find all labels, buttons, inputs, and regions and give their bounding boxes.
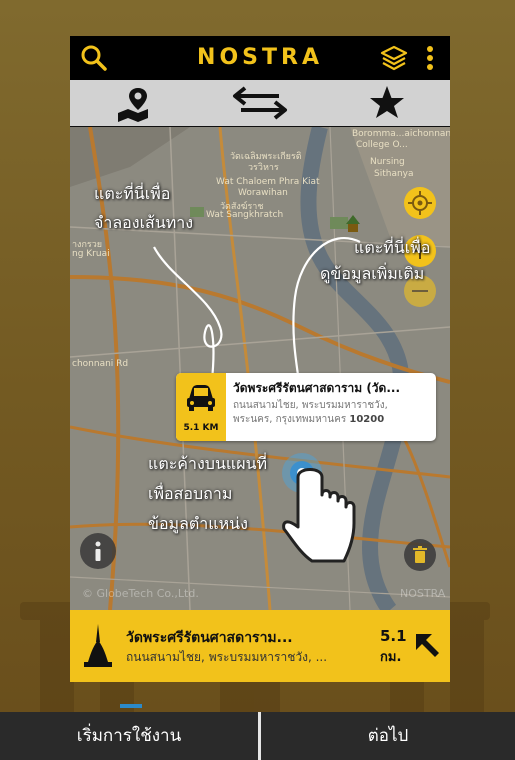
popup-address-line1: ถนนสนามไชย, พระบรมมหาราชวัง, [233,400,388,411]
app-toolbar: NOSTRA [70,36,450,80]
place-title: วัดพระศรีรัตนศาสดาราม... [126,630,293,646]
route-arrows-icon [233,86,287,120]
info-button[interactable] [80,533,116,569]
place-distance: 5.1 [380,627,407,645]
popup-address-line2: พระนคร, กรุงเทพมหานคร 10200 [233,413,433,427]
hold-hint-line1: แตะค้างบนแผนที่ [148,454,268,473]
car-icon [187,385,215,411]
star-icon [370,86,404,118]
info-hint-line1: แตะที่นี่เพื่อ [354,238,431,257]
tab-favorites[interactable] [324,80,450,126]
tap-hand-icon [282,453,356,563]
popup-distance: 5.1 KM [183,423,219,433]
popup-address: ถนนสนามไชย, พระบรมมหาราชวัง, พระนคร, กรุ… [233,399,433,427]
popup-postcode: 10200 [349,414,385,425]
tab-map[interactable] [70,80,196,126]
hold-hint-line2: เพื่อสอบถาม [148,484,233,503]
selected-place-card[interactable]: วัดพระศรีรัตนศาสดาราม... ถนนสนามไชย, พระ… [70,610,450,682]
info-hint-line2: ดูข้อมูลเพิ่มเติม [320,264,425,283]
info-icon [95,541,101,561]
temple-icon [84,624,112,667]
popup-title: วัดพระศรีรัตนศาสดาราม (วัด... [233,381,401,395]
route-hint-line1: แตะที่นี่เพื่อ [94,184,171,203]
trash-icon [413,546,427,563]
page-indicator [120,704,142,708]
hold-hint-line3: ข้อมูลตำแหน่ง [148,514,248,533]
map-view[interactable]: Boromma...aichonnani College O... Nursin… [70,127,450,610]
app-screenshot: NOSTRA Boromma...aichonnani College O...… [70,36,450,682]
place-popup[interactable]: 5.1 KM วัดพระศรีรัตนศาสดาราม (วัด... ถนน… [176,373,436,441]
layers-icon[interactable] [378,42,410,74]
tab-route[interactable] [197,80,323,126]
next-button[interactable]: ต่อไป [261,712,515,760]
map-pin-icon [118,88,148,122]
distance-panel: 5.1 KM [176,373,226,441]
onboarding-footer: เริ่มการใช้งาน ต่อไป [0,712,515,760]
place-address: ถนนสนามไชย, พระบรมมหาราชวัง, ... [126,650,328,664]
more-options-icon[interactable] [418,42,442,74]
start-button[interactable]: เริ่มการใช้งาน [0,712,258,760]
place-distance-unit: กม. [380,650,402,665]
popup-address-district: พระนคร, กรุงเทพมหานคร [233,414,347,425]
route-hint-line2: จำลองเส้นทาง [94,213,194,232]
direction-arrow-icon [416,634,439,657]
tab-bar [70,80,450,171]
delete-button[interactable] [404,539,436,571]
